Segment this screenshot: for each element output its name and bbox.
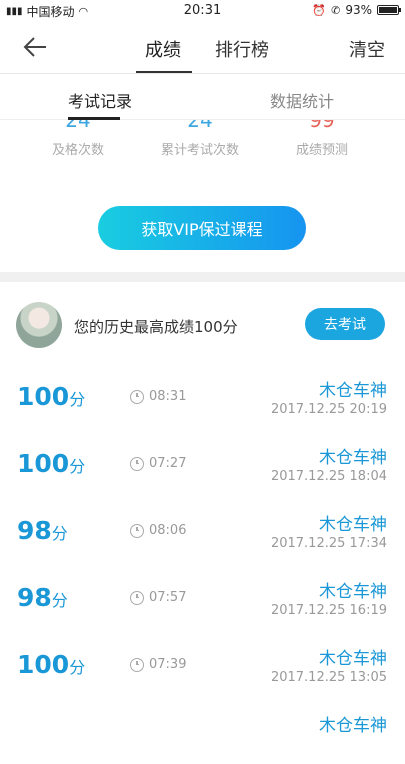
stat-label: 累计考试次数 [160,143,239,158]
record-score: 100分 [17,382,85,411]
record-user-name: 木仓车神 [319,716,387,736]
take-exam-button[interactable]: 去考试 [305,308,385,340]
stat-pass-count: 24 及格次数 [18,120,138,158]
record-duration: 08:31 [130,389,186,404]
section-divider [0,272,405,282]
stat-value: 24 [65,120,91,132]
battery-percent: 93% [345,3,372,17]
clock-icon [130,456,144,471]
clock-icon [130,590,144,605]
record-user-name: 木仓车神 [319,448,387,468]
record-duration: 07:39 [130,657,186,672]
record-score: 100分 [17,650,85,679]
list-item[interactable]: 100分 08:31 木仓车神 2017.12.25 20:19 [0,362,405,429]
stat-value: 24 [187,120,213,132]
record-duration: 07:27 [130,456,186,471]
exam-record-list: 100分 08:31 木仓车神 2017.12.25 20:19 100分 07… [0,362,405,764]
score-value: 98 [17,516,52,545]
clock-icon [130,657,144,672]
record-duration: 08:06 [130,523,186,538]
stat-score-prediction: 99 成绩预测 [262,120,382,158]
list-item[interactable]: 98分 07:57 木仓车神 2017.12.25 16:19 [0,563,405,630]
stat-total-exams: 24 累计考试次数 [140,120,260,158]
record-user-name: 木仓车神 [319,582,387,602]
clock-icon [130,523,144,538]
tab-indicator [136,71,192,73]
list-item[interactable]: 100分 07:39 木仓车神 2017.12.25 13:05 [0,630,405,697]
record-duration: 07:57 [130,590,186,605]
stats-summary: 24 及格次数 24 累计考试次数 99 成绩预测 [0,120,405,170]
record-user-name: 木仓车神 [319,381,387,401]
clear-button[interactable]: 清空 [349,36,385,62]
subtab-data-statistics[interactable]: 数据统计 [270,88,334,112]
record-date: 2017.12.25 13:05 [270,670,387,685]
duration-value: 08:31 [149,389,187,404]
best-score-row: 您的历史最高成绩100分 去考试 [0,298,405,350]
status-right: ⏰ ✆ 93% [312,3,401,17]
battery-icon [377,5,401,15]
tab-scores[interactable]: 成绩 [145,36,181,62]
duration-value: 07:39 [149,657,187,672]
back-arrow-icon[interactable] [20,32,52,62]
record-score: 100分 [17,449,85,478]
status-bar: ▮▮▮ 中国移动 ◠ 20:31 ⏰ ✆ 93% [0,0,405,22]
duration-value: 07:27 [149,456,187,471]
list-item[interactable]: 98分 08:06 木仓车神 2017.12.25 17:34 [0,496,405,563]
best-score-text: 您的历史最高成绩100分 [74,318,238,336]
clock-icon [130,389,144,404]
list-item[interactable]: 100分 07:27 木仓车神 2017.12.25 18:04 [0,429,405,496]
score-value: 100 [17,382,70,411]
call-icon: ✆ [331,3,341,17]
score-unit: 分 [69,457,86,476]
alarm-icon: ⏰ [312,3,327,17]
sub-tabs: 考试记录 数据统计 [0,74,405,120]
score-value: 98 [17,583,52,612]
record-score: 98分 [17,516,68,545]
score-unit: 分 [51,591,68,610]
record-date: 2017.12.25 18:04 [270,469,387,484]
score-unit: 分 [69,658,86,677]
duration-value: 08:06 [149,523,187,538]
score-unit: 分 [69,390,86,409]
record-score: 98分 [17,583,68,612]
record-date: 2017.12.25 20:19 [270,402,387,417]
record-date: 2017.12.25 17:34 [270,536,387,551]
record-user-name: 木仓车神 [319,515,387,535]
stat-value: 99 [309,120,335,132]
record-user-name: 木仓车神 [319,649,387,669]
stat-label: 成绩预测 [295,143,348,158]
score-value: 100 [17,449,70,478]
top-nav: 成绩 排行榜 清空 [0,22,405,74]
subtab-exam-records[interactable]: 考试记录 [68,88,132,112]
list-item[interactable]: 木仓车神 [0,697,405,764]
record-date: 2017.12.25 16:19 [270,603,387,618]
tab-leaderboard[interactable]: 排行榜 [215,36,269,62]
duration-value: 07:57 [149,590,187,605]
vip-course-button[interactable]: 获取VIP保过课程 [98,206,306,250]
score-value: 100 [17,650,70,679]
score-unit: 分 [51,524,68,543]
stat-label: 及格次数 [51,143,104,158]
avatar [16,302,62,348]
